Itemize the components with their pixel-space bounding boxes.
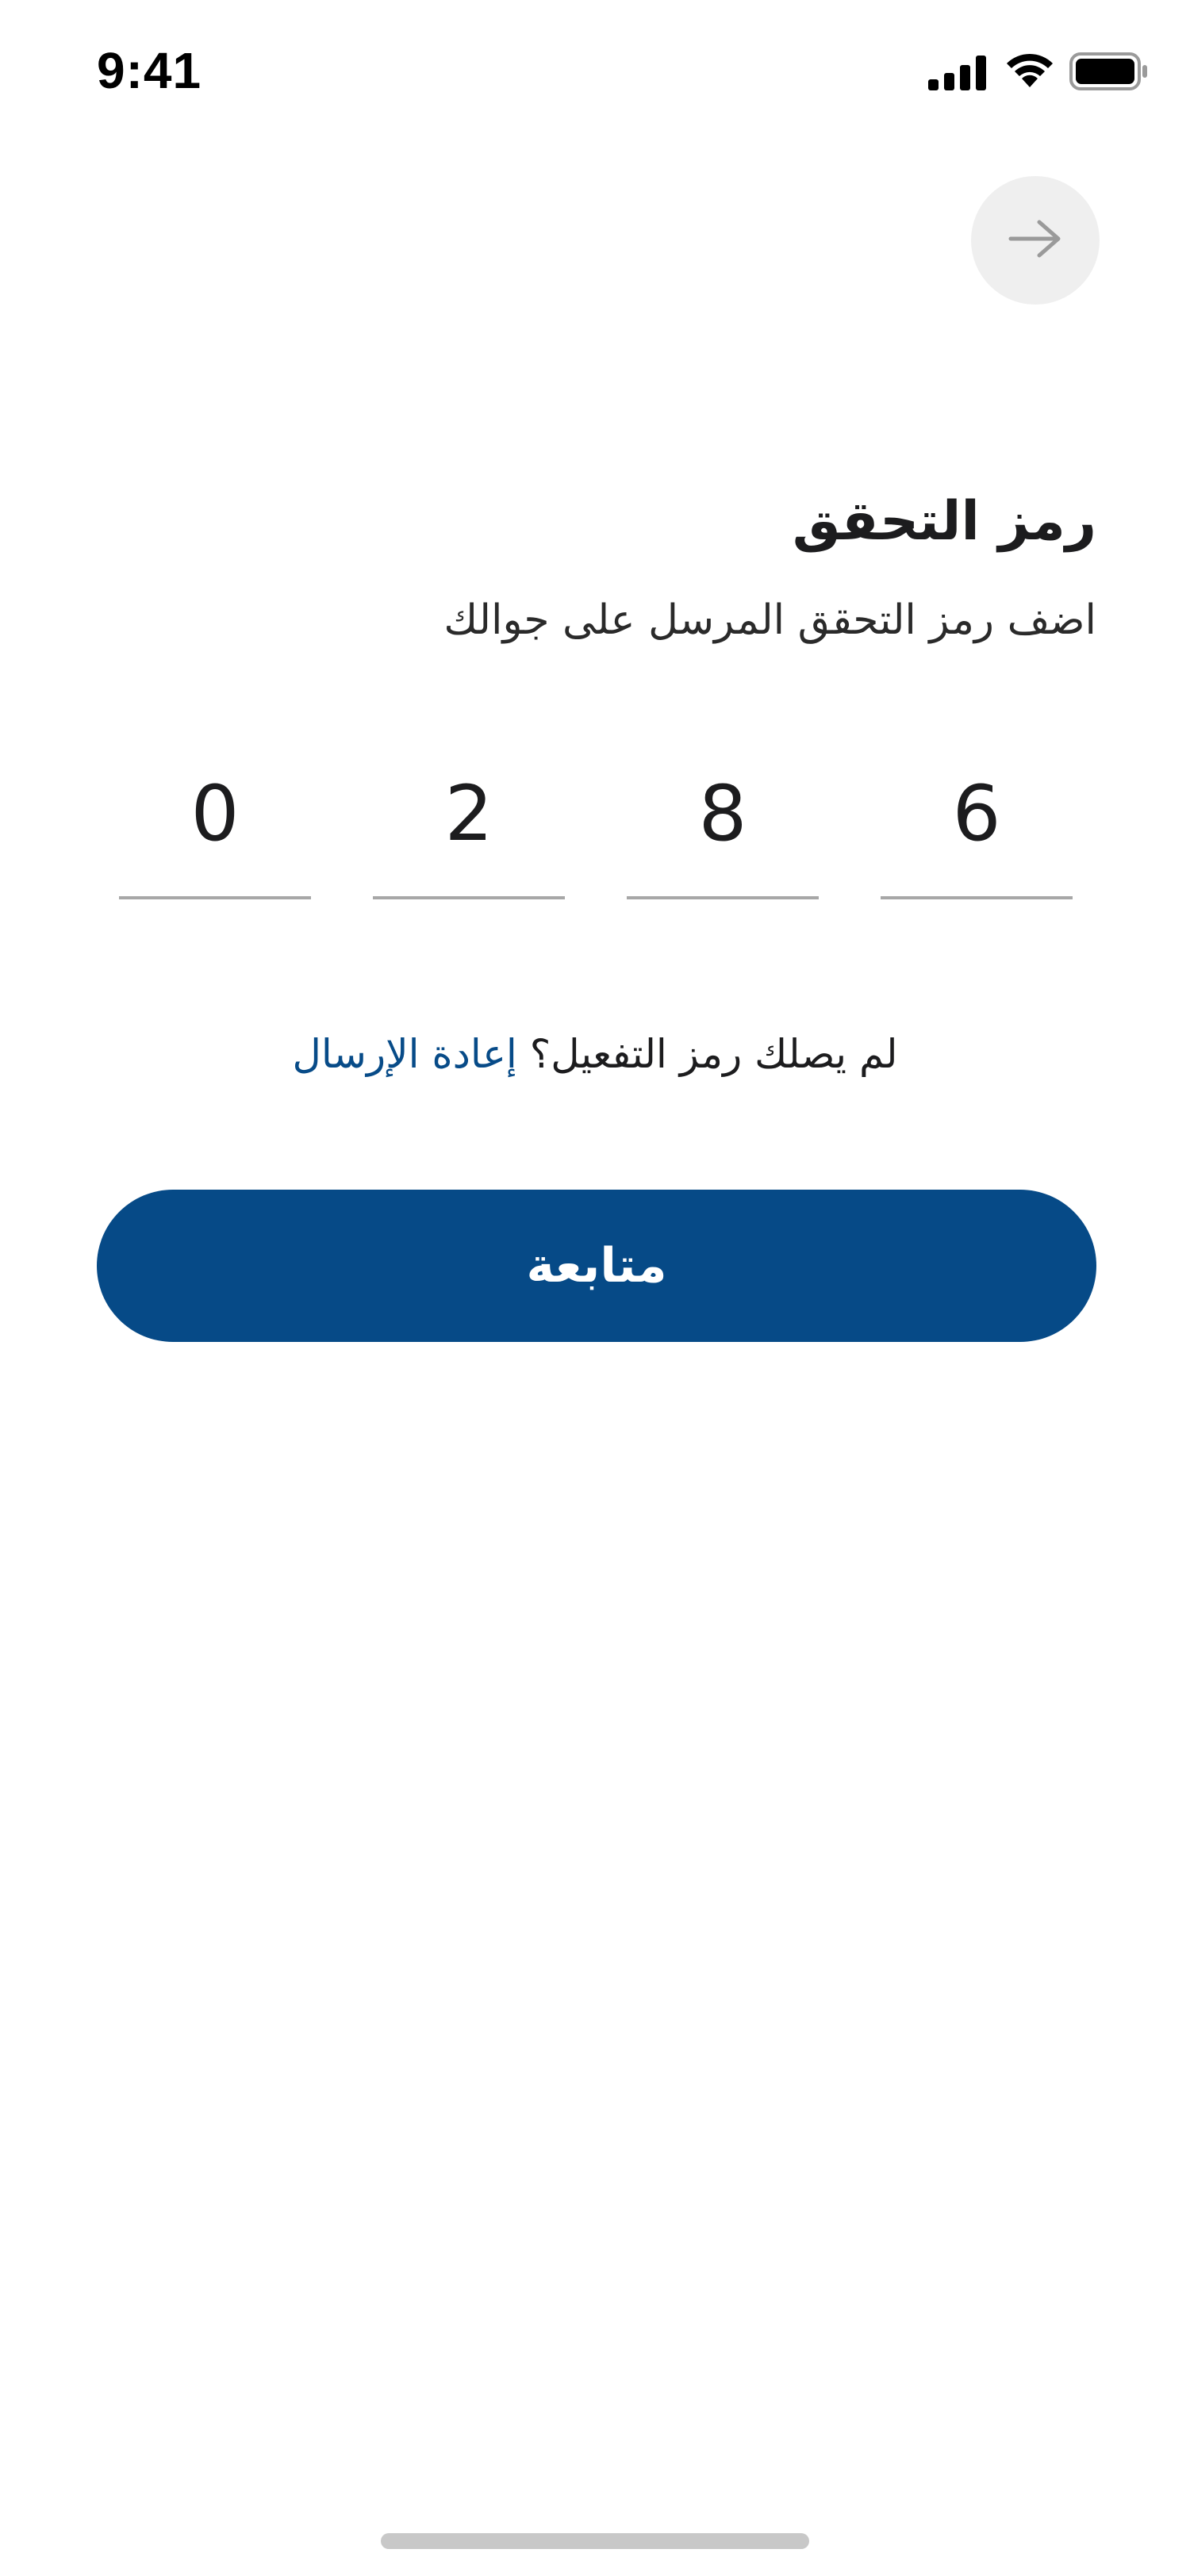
otp-digit: 6 — [952, 769, 1001, 858]
otp-digit-field[interactable]: 8 — [627, 761, 819, 931]
arrow-right-icon — [1008, 219, 1063, 262]
otp-digit: 0 — [190, 769, 240, 858]
page-title: رمز التحقق — [792, 490, 1096, 553]
otp-underline — [373, 896, 565, 899]
otp-digit-field[interactable]: 6 — [881, 761, 1073, 931]
back-button[interactable] — [971, 176, 1100, 305]
resend-link[interactable]: إعادة الإرسال — [292, 1031, 516, 1077]
verification-screen: 9:41 رمز التحقق اضف رمز التحقق المرسل عل… — [0, 0, 1190, 2576]
otp-digit: 8 — [698, 769, 747, 858]
otp-underline — [627, 896, 819, 899]
otp-input-group: 6 8 2 0 — [119, 761, 1073, 936]
status-time: 9:41 — [97, 42, 202, 99]
otp-digit-field[interactable]: 0 — [119, 761, 311, 931]
home-indicator — [381, 2533, 809, 2549]
continue-button[interactable]: متابعة — [97, 1190, 1096, 1342]
page-subtitle: اضف رمز التحقق المرسل على جوالك — [443, 596, 1096, 644]
status-bar: 9:41 — [0, 0, 1190, 143]
otp-digit-field[interactable]: 2 — [373, 761, 565, 931]
resend-question: لم يصلك رمز التفعيل؟ — [516, 1031, 898, 1077]
otp-underline — [881, 896, 1073, 899]
resend-prompt: لم يصلك رمز التفعيل؟ إعادة الإرسال — [0, 1031, 1190, 1077]
status-icons — [928, 49, 1150, 97]
otp-underline — [119, 896, 311, 899]
otp-digit: 2 — [444, 769, 493, 858]
